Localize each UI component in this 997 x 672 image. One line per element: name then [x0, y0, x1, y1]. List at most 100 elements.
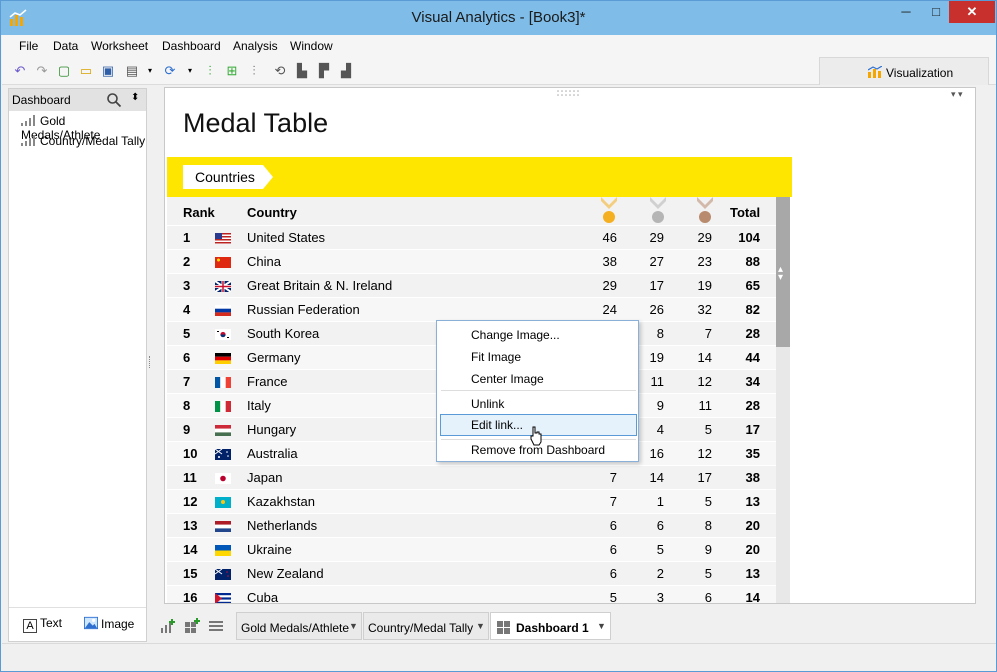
gold-cell: 7: [609, 470, 617, 485]
refresh-icon[interactable]: ⟳: [162, 63, 178, 79]
tab-gold-medals-athlete[interactable]: Gold Medals/Athlete ▼: [236, 612, 362, 640]
table-row[interactable]: 2 China 38 27 23 88: [167, 249, 776, 273]
total-cell: 82: [745, 302, 760, 317]
paste-icon[interactable]: ▤: [124, 63, 140, 79]
menu-fit-image[interactable]: Fit Image: [471, 350, 521, 364]
new-dashboard-icon[interactable]: ⊞: [224, 63, 240, 79]
duplicate-sheet-icon[interactable]: ⫶: [246, 63, 262, 79]
menu-file[interactable]: File: [19, 39, 38, 53]
rank-cell: 3: [183, 278, 191, 293]
gold-cell: 5: [609, 590, 617, 603]
new-icon[interactable]: ▢: [56, 63, 72, 79]
total-cell: 35: [745, 446, 760, 461]
sort-desc-icon[interactable]: ▛: [316, 63, 332, 79]
table-row[interactable]: 4 Russian Federation 24 26 32 82: [167, 297, 776, 321]
silver-cell: 6: [656, 518, 664, 533]
new-dashboard-icon[interactable]: [184, 618, 200, 634]
country-cell: Italy: [247, 398, 271, 413]
bronze-cell: 12: [697, 446, 712, 461]
tab-country-medal-tally[interactable]: Country/Medal Tally ▼: [363, 612, 489, 640]
total-cell: 20: [745, 542, 760, 557]
tab-dropdown-icon[interactable]: ▼: [476, 621, 485, 631]
table-row[interactable]: 13 Netherlands 6 6 8 20: [167, 513, 776, 537]
total-cell: 17: [745, 422, 760, 437]
us-flag-icon: [215, 233, 231, 244]
new-worksheet-icon[interactable]: [160, 618, 176, 634]
tab-dropdown-icon[interactable]: ▼: [349, 621, 358, 631]
banner-label: Countries: [195, 169, 255, 185]
search-icon[interactable]: [106, 92, 122, 108]
list-view-icon[interactable]: [208, 618, 224, 634]
menu-center-image[interactable]: Center Image: [471, 372, 544, 386]
menu-change-image[interactable]: Change Image...: [471, 328, 560, 342]
silver-cell: 5: [656, 542, 664, 557]
tab-label: Gold Medals/Athlete: [241, 621, 350, 635]
table-row[interactable]: 1 United States 46 29 29 104: [167, 225, 776, 249]
menu-worksheet[interactable]: Worksheet: [91, 39, 148, 53]
canvas-menu-icon[interactable]: ▾ ▾: [951, 89, 963, 100]
menu-window[interactable]: Window: [290, 39, 333, 53]
bronze-cell: 17: [697, 470, 712, 485]
country-cell: Japan: [247, 470, 283, 485]
total-cell: 34: [745, 374, 760, 389]
drag-grip-icon[interactable]: [556, 89, 580, 99]
minimize-button[interactable]: ─: [891, 1, 921, 23]
rank-cell: 13: [183, 518, 198, 533]
dashboard-title: Medal Table: [183, 108, 329, 138]
tab-dashboard-1[interactable]: Dashboard 1 ▼: [490, 612, 611, 640]
hu-flag-icon: [215, 425, 231, 436]
country-cell: Cuba: [247, 590, 279, 603]
paste-dropdown-icon[interactable]: ▾: [142, 63, 158, 79]
save-icon[interactable]: ▣: [100, 63, 116, 79]
table-row[interactable]: 11 Japan 7 14 17 38: [167, 465, 776, 489]
sort-icon[interactable]: ⬍: [131, 92, 139, 103]
table-row[interactable]: 3 Great Britain & N. Ireland 29 17 19 65: [167, 273, 776, 297]
swap-icon[interactable]: ⟲: [272, 63, 288, 79]
menu-analysis[interactable]: Analysis: [233, 39, 278, 53]
country-cell: China: [247, 254, 281, 269]
silver-cell: 29: [649, 230, 664, 245]
country-cell: South Korea: [247, 326, 320, 341]
undo-icon[interactable]: ↶: [12, 63, 28, 79]
new-worksheet-icon[interactable]: ⫶: [202, 63, 218, 79]
sort-asc-icon[interactable]: ▙: [294, 63, 310, 79]
rank-cell: 5: [183, 326, 191, 341]
table-row[interactable]: 14 Ukraine 6 5 9 20: [167, 537, 776, 561]
table-row[interactable]: 16 Cuba 5 3 6 14: [167, 585, 776, 603]
open-folder-icon[interactable]: ▭: [78, 63, 94, 79]
bronze-cell: 9: [704, 542, 712, 557]
country-cell: Great Britain & N. Ireland: [247, 278, 393, 293]
splitter-handle[interactable]: [149, 356, 151, 368]
visualization-icon: [868, 66, 882, 78]
tab-dropdown-icon[interactable]: ▼: [597, 621, 606, 631]
redo-icon[interactable]: ↷: [34, 63, 50, 79]
menu-dashboard[interactable]: Dashboard: [162, 39, 221, 53]
rank-cell: 8: [183, 398, 191, 413]
country-cell: United States: [247, 230, 326, 245]
text-object-label: Text: [40, 616, 63, 630]
table-row[interactable]: 12 Kazakhstan 7 1 5 13: [167, 489, 776, 513]
close-button[interactable]: ✕: [949, 1, 995, 23]
refresh-dropdown-icon[interactable]: ▾: [182, 63, 198, 79]
sidebar-item-country-medal-tally[interactable]: Country/Medal Tally: [21, 134, 145, 148]
table-row[interactable]: 15 New Zealand 6 2 5 13: [167, 561, 776, 585]
menu-unlink[interactable]: Unlink: [471, 397, 504, 411]
dashboard-sidebar: Dashboard ⬍ Gold Medals/Athlete Country/…: [8, 88, 147, 642]
text-object[interactable]: A Text: [23, 616, 62, 633]
silver-cell: 2: [656, 566, 664, 581]
app-window: Visual Analytics - [Book3]* ─ □ ✕ File D…: [0, 0, 997, 672]
sheet-icon: [21, 115, 35, 126]
kr-flag-icon: [215, 329, 231, 340]
total-cell: 44: [745, 350, 760, 365]
country-cell: Kazakhstan: [247, 494, 315, 509]
visualization-tab[interactable]: Visualization: [819, 57, 989, 85]
menu-edit-link[interactable]: Edit link...: [471, 418, 523, 432]
silver-cell: 27: [649, 254, 664, 269]
group-icon[interactable]: ▟: [338, 63, 354, 79]
image-object[interactable]: Image: [84, 616, 134, 631]
sidebar-title: Dashboard: [12, 93, 71, 107]
maximize-button[interactable]: □: [921, 1, 951, 23]
menu-data[interactable]: Data: [53, 39, 78, 53]
total-cell: 104: [738, 230, 760, 245]
total-cell: 65: [745, 278, 760, 293]
